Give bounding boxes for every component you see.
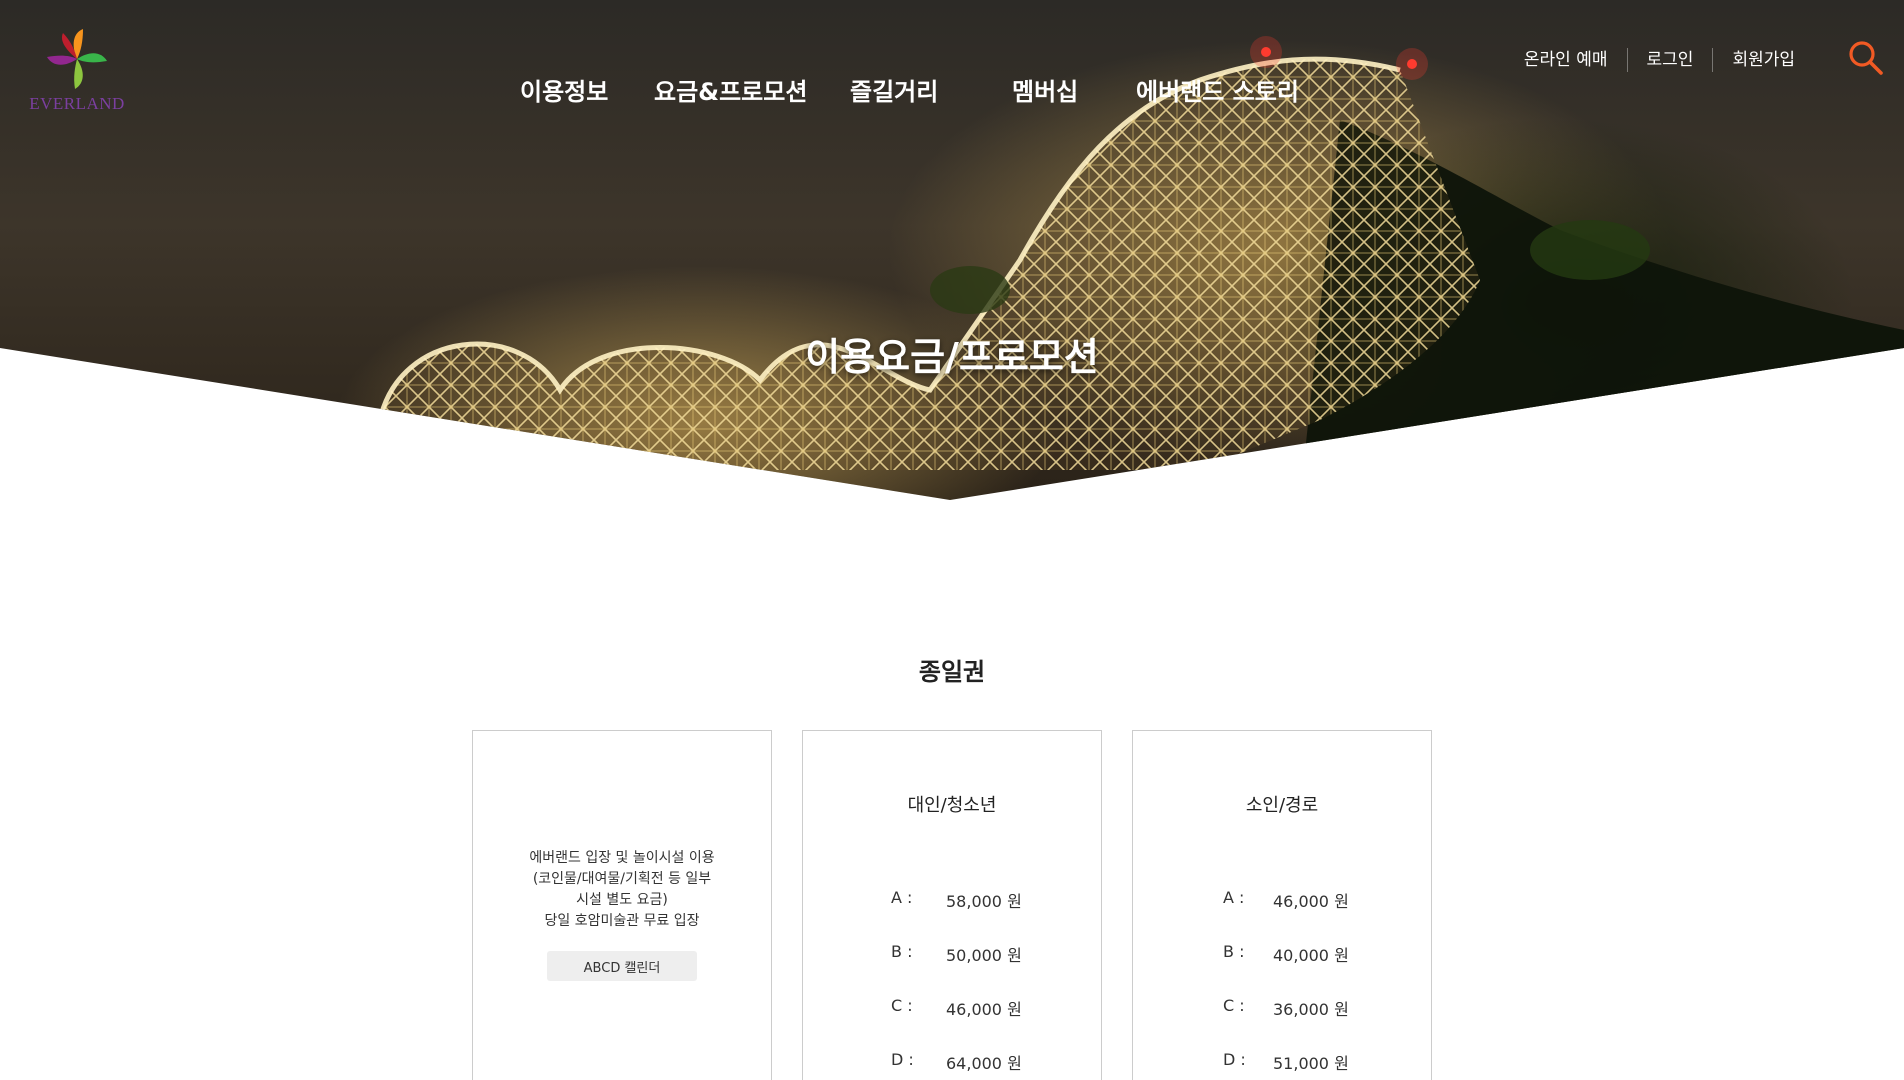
search-icon (1849, 41, 1883, 75)
price-grade: C : (891, 996, 913, 1015)
description-line: (코인물/대여물/기획전 등 일부 (532, 871, 712, 887)
description-line: 시설 별도 요금) (576, 892, 668, 908)
price-amount: 40,000 원 (1273, 946, 1349, 965)
adult-price-card: 대인/청소년 A : 58,000 원 B : 50,000 원 C : 46,… (802, 730, 1102, 1080)
card-title: 대인/청소년 (907, 795, 997, 816)
price-amount: 51,000 원 (1273, 1054, 1349, 1073)
login-link[interactable]: 로그인 (1626, 48, 1713, 72)
price-amount: 58,000 원 (946, 892, 1022, 911)
calendar-button[interactable]: ABCD 캘린더 (547, 951, 697, 981)
price-amount: 46,000 원 (1273, 892, 1349, 911)
nav-item-attractions[interactable]: 즐길거리 (850, 72, 938, 107)
nav-item-usage-info[interactable]: 이용정보 (520, 72, 608, 107)
price-grade: B : (891, 942, 913, 961)
pass-description: 에버랜드 입장 및 놀이시설 이용 (코인물/대여물/기획전 등 일부 시설 별… (473, 848, 771, 932)
page-title: 이용요금/프로모션 (805, 335, 1099, 379)
pass-info-card: 에버랜드 입장 및 놀이시설 이용 (코인물/대여물/기획전 등 일부 시설 별… (472, 730, 772, 1080)
price-amount: 36,000 원 (1273, 1000, 1349, 1019)
utility-links: 온라인 예매 로그인 회원가입 (1505, 48, 1814, 72)
hero-banner: EVERLAND 이용정보 요금&프로모션 즐길거리 멤버십 에버랜드 스토리 … (0, 0, 1904, 500)
signup-link[interactable]: 회원가입 (1712, 48, 1814, 72)
price-amount: 46,000 원 (946, 1000, 1022, 1019)
price-grade: D : (1223, 1050, 1246, 1069)
price-grade: C : (1223, 996, 1245, 1015)
card-title: 소인/경로 (1245, 795, 1319, 816)
main-navigation: 이용정보 요금&프로모션 즐길거리 멤버십 에버랜드 스토리 (0, 72, 1904, 108)
section-title-full-day-pass: 종일권 (918, 658, 986, 686)
price-amount: 64,000 원 (946, 1054, 1022, 1073)
price-grade: A : (891, 888, 913, 907)
nav-item-fees-promotions[interactable]: 요금&프로모션 (654, 72, 807, 107)
price-grade: A : (1223, 888, 1245, 907)
child-senior-price-card: 소인/경로 A : 46,000 원 B : 40,000 원 C : 36,0… (1132, 730, 1432, 1080)
description-line: 당일 호암미술관 무료 입장 (544, 913, 700, 929)
price-amount: 50,000 원 (946, 946, 1022, 965)
price-grade: B : (1223, 942, 1245, 961)
online-booking-link[interactable]: 온라인 예매 (1505, 48, 1627, 72)
search-button[interactable] (1846, 38, 1886, 78)
nav-item-everland-story[interactable]: 에버랜드 스토리 (1136, 72, 1299, 107)
nav-item-membership[interactable]: 멤버십 (1012, 72, 1078, 107)
description-line: 에버랜드 입장 및 놀이시설 이용 (529, 850, 715, 866)
price-grade: D : (891, 1050, 914, 1069)
